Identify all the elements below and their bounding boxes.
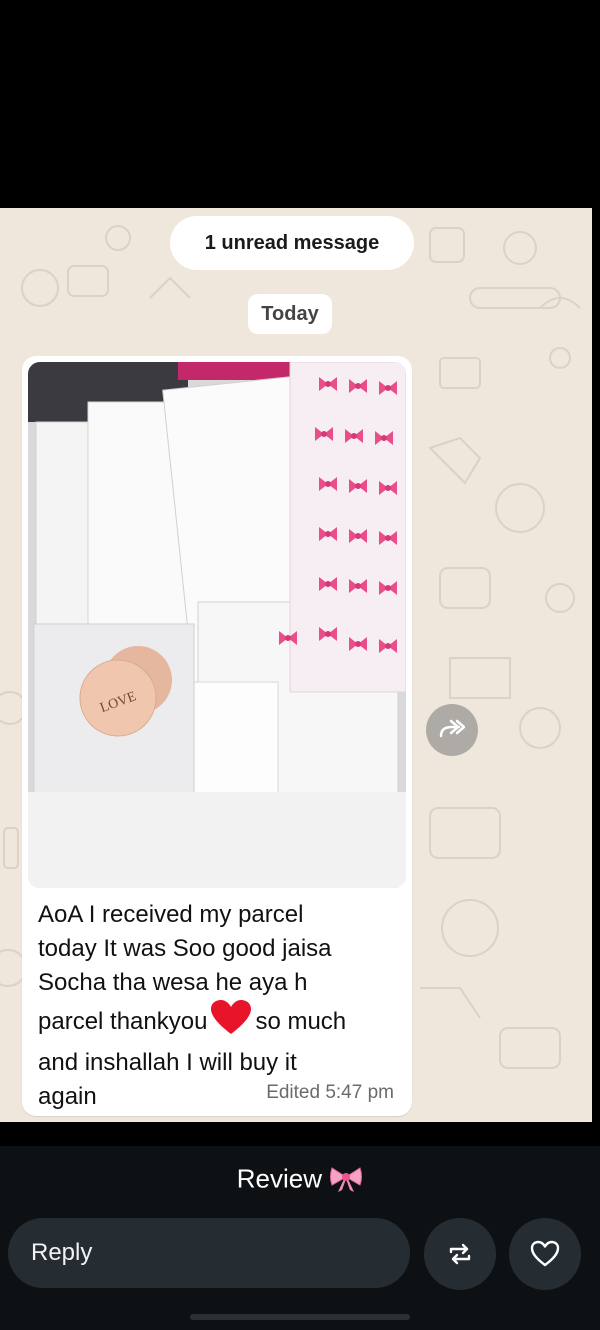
message-line-part: so much: [255, 1008, 347, 1035]
red-heart-emoji: [211, 1000, 252, 1046]
forward-arrow-icon: [439, 719, 466, 738]
story-caption: Review: [0, 1162, 600, 1195]
ribbon-bow-emoji: [330, 1167, 363, 1193]
message-line: AoA I received my parcel: [38, 901, 304, 928]
message-photo[interactable]: LOVE: [28, 362, 406, 888]
unread-banner: 1 unread message: [170, 216, 414, 270]
like-button[interactable]: [509, 1218, 581, 1290]
story-bottom-bar: Review Reply: [0, 1146, 600, 1330]
reply-input[interactable]: Reply: [8, 1218, 410, 1288]
chat-area: 1 unread message Today LOVE AoA I receiv…: [0, 208, 592, 1122]
message-line: today It was Soo good jaisa: [38, 935, 332, 962]
parcel-photo-image: LOVE: [28, 362, 406, 888]
repost-button[interactable]: [424, 1218, 496, 1290]
message-timestamp: Edited 5:47 pm: [266, 1082, 394, 1103]
message-line-part: parcel thankyou: [38, 1008, 208, 1035]
heart-outline-icon: [530, 1240, 560, 1267]
home-indicator: [190, 1314, 410, 1320]
date-chip: Today: [248, 294, 332, 334]
message-line: Socha tha wesa he aya h: [38, 969, 308, 996]
forward-button[interactable]: [426, 704, 478, 756]
repost-icon: [449, 1243, 471, 1265]
message-bubble[interactable]: LOVE AoA I received my parcel today It w…: [22, 356, 412, 1116]
message-line: and inshallah I will buy it: [38, 1049, 297, 1076]
message-line: parcel thankyou so much: [38, 1000, 398, 1046]
caption-text: Review: [236, 1163, 322, 1194]
